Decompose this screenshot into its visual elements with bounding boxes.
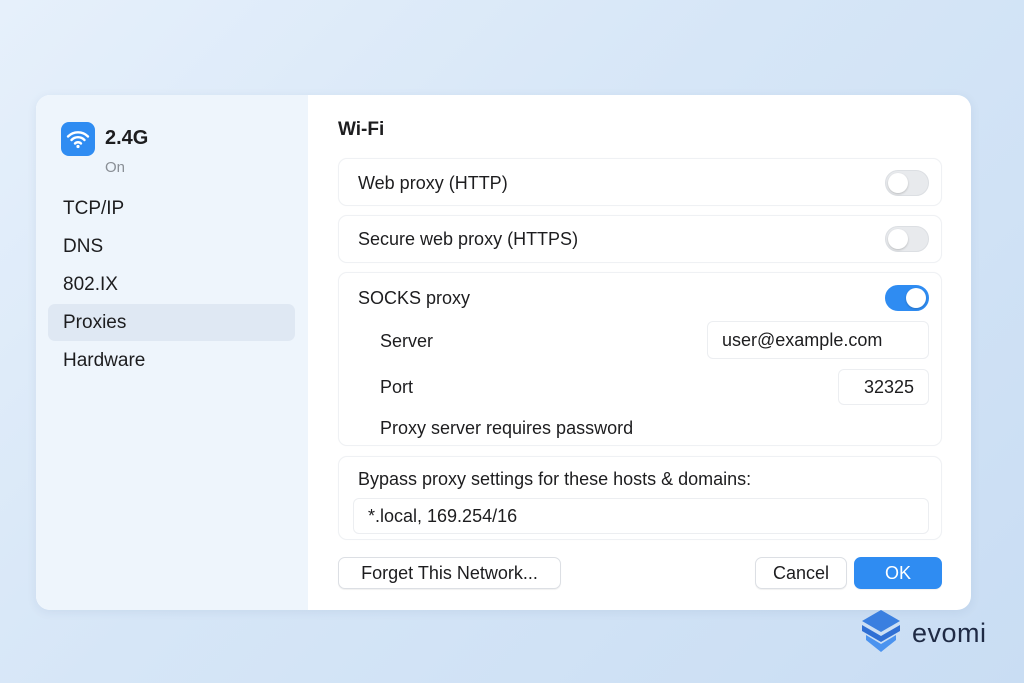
page-title: Wi-Fi xyxy=(338,119,385,140)
wifi-icon xyxy=(61,122,95,156)
web-proxy-row: Web proxy (HTTP) xyxy=(338,158,942,206)
evomi-logo-icon xyxy=(856,608,906,659)
socks-proxy-toggle[interactable] xyxy=(885,285,929,311)
bypass-card: Bypass proxy settings for these hosts & … xyxy=(338,456,942,540)
sidebar-item-tcpip[interactable]: TCP/IP xyxy=(48,190,295,227)
port-field[interactable]: 32325 xyxy=(838,369,929,405)
brand-name: evomi xyxy=(912,618,987,648)
sidebar-item-dns[interactable]: DNS xyxy=(48,228,295,265)
network-status: On xyxy=(105,159,126,176)
socks-proxy-card: SOCKS proxy Server user@example.com Port… xyxy=(338,272,942,446)
main-panel: Wi-Fi Web proxy (HTTP) Secure web proxy … xyxy=(308,95,971,610)
network-name: 2.4G xyxy=(105,127,149,149)
sidebar-item-proxies[interactable]: Proxies xyxy=(48,304,295,341)
port-label: Port xyxy=(380,377,414,397)
server-label: Server xyxy=(380,331,434,351)
secure-proxy-row: Secure web proxy (HTTPS) xyxy=(338,215,942,263)
sidebar-item-hardware[interactable]: Hardware xyxy=(48,342,295,379)
web-proxy-label: Web proxy (HTTP) xyxy=(358,173,508,193)
network-header: 2.4G On xyxy=(61,122,148,176)
sidebar-item-8021x[interactable]: 802.IX xyxy=(48,266,295,303)
cancel-button[interactable]: Cancel xyxy=(755,557,847,589)
server-field[interactable]: user@example.com xyxy=(707,321,929,359)
brand-logo: evomi xyxy=(856,608,987,659)
sidebar-list: TCP/IP DNS 802.IX Proxies Hardware xyxy=(48,190,295,380)
ok-button[interactable]: OK xyxy=(854,557,942,589)
secure-proxy-label: Secure web proxy (HTTPS) xyxy=(358,229,579,249)
socks-proxy-label: SOCKS proxy xyxy=(358,288,471,308)
password-required-label: Proxy server requires password xyxy=(380,418,634,438)
sidebar: 2.4G On TCP/IP DNS 802.IX Proxies Hardwa… xyxy=(36,95,308,610)
bypass-field[interactable]: *.local, 169.254/16 xyxy=(353,498,929,534)
forget-network-button[interactable]: Forget This Network... xyxy=(338,557,561,589)
secure-proxy-toggle[interactable] xyxy=(885,226,929,252)
network-settings-window: 2.4G On TCP/IP DNS 802.IX Proxies Hardwa… xyxy=(36,95,971,610)
bypass-label: Bypass proxy settings for these hosts & … xyxy=(358,469,752,489)
web-proxy-toggle[interactable] xyxy=(885,170,929,196)
